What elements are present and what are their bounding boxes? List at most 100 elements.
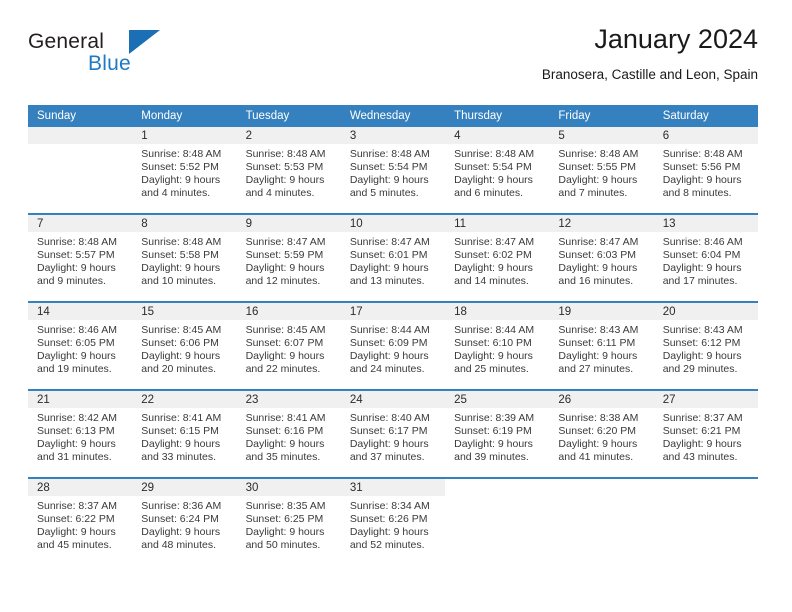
daylight-text-line2: and 24 minutes. [349, 362, 425, 375]
sunrise-text: Sunrise: 8:34 AM [349, 500, 430, 512]
day-number: 9 [236, 215, 341, 232]
daylight-text-line2: and 13 minutes. [349, 274, 425, 287]
day-number: 14 [28, 303, 133, 320]
daylight-text-line2: and 20 minutes. [141, 362, 216, 375]
day-cell[interactable]: 27 Sunrise: 8:37 AM Sunset: 6:21 PM Dayligh… [653, 391, 758, 477]
sunset-text: Sunset: 6:01 PM [349, 248, 428, 261]
day-cell[interactable]: 23 Sunrise: 8:41 AM Sunset: 6:16 PM Dayligh… [236, 391, 341, 477]
day-cell[interactable]: 18 Sunrise: 8:44 AM Sunset: 6:10 PM Dayligh… [445, 303, 550, 389]
daylight-text-line1: Daylight: 9 hours [245, 525, 325, 538]
weekday-header-friday: Friday [549, 105, 654, 127]
day-cell[interactable]: 30 Sunrise: 8:35 AM Sunset: 6:25 PM Dayligh… [236, 479, 341, 565]
daylight-text-line2: and 6 minutes. [454, 186, 524, 199]
day-details: Sunrise: 8:48 AM Sunset: 5:58 PM Daylight:… [132, 232, 236, 288]
calendar-cell: 18 Sunrise: 8:44 AM Sunset: 6:10 PM Dayligh… [445, 301, 550, 390]
sunrise-text: Sunrise: 8:35 AM [245, 500, 326, 512]
day-cell[interactable]: 10 Sunrise: 8:47 AM Sunset: 6:01 PM Dayligh… [340, 215, 446, 301]
daylight-text-line1: Daylight: 9 hours [349, 525, 429, 538]
daylight-text-line1: Daylight: 9 hours [662, 349, 742, 362]
sunset-text: Sunset: 6:09 PM [349, 336, 428, 349]
calendar-cell: 5 Sunrise: 8:48 AM Sunset: 5:55 PM Daylight… [549, 127, 654, 214]
sunrise-text: Sunrise: 8:37 AM [37, 500, 117, 512]
day-cell[interactable]: 6 Sunrise: 8:48 AM Sunset: 5:56 PM Daylight… [653, 127, 758, 213]
day-cell[interactable]: 17 Sunrise: 8:44 AM Sunset: 6:09 PM Dayligh… [340, 303, 446, 389]
day-details: Sunrise: 8:41 AM Sunset: 6:15 PM Daylight:… [132, 408, 236, 464]
day-cell[interactable]: 1 Sunrise: 8:48 AM Sunset: 5:52 PM Daylight… [132, 127, 237, 213]
calendar-cell: 1 Sunrise: 8:48 AM Sunset: 5:52 PM Daylight… [132, 127, 237, 214]
sunrise-text: Sunrise: 8:43 AM [662, 324, 743, 336]
sunrise-text: Sunrise: 8:41 AM [141, 412, 222, 424]
day-cell[interactable]: 4 Sunrise: 8:48 AM Sunset: 5:54 PM Daylight… [445, 127, 550, 213]
day-number: 12 [549, 215, 654, 232]
day-details: Sunrise: 8:44 AM Sunset: 6:10 PM Daylight:… [445, 320, 549, 376]
day-details: Sunrise: 8:35 AM Sunset: 6:25 PM Daylight:… [237, 496, 341, 552]
brand-flag-icon [129, 30, 160, 54]
calendar-week-row: 14 Sunrise: 8:46 AM Sunset: 6:05 PM Dayligh… [28, 301, 758, 390]
day-cell[interactable]: 26 Sunrise: 8:38 AM Sunset: 6:20 PM Dayligh… [549, 391, 654, 477]
day-cell[interactable]: 8 Sunrise: 8:48 AM Sunset: 5:58 PM Daylight… [132, 215, 237, 301]
calendar-cell [653, 477, 758, 565]
sunrise-text: Sunrise: 8:36 AM [141, 500, 222, 512]
day-cell[interactable]: 13 Sunrise: 8:46 AM Sunset: 6:04 PM Dayligh… [653, 215, 758, 301]
day-cell[interactable]: 22 Sunrise: 8:41 AM Sunset: 6:15 PM Dayligh… [132, 391, 237, 477]
sunrise-text: Sunrise: 8:48 AM [662, 148, 743, 160]
day-cell[interactable]: 11 Sunrise: 8:47 AM Sunset: 6:02 PM Dayligh… [445, 215, 550, 301]
daylight-text-line2: and 22 minutes. [245, 362, 321, 375]
calendar-cell: 17 Sunrise: 8:44 AM Sunset: 6:09 PM Dayligh… [340, 301, 446, 390]
day-cell[interactable]: 16 Sunrise: 8:45 AM Sunset: 6:07 PM Dayligh… [236, 303, 341, 389]
calendar-cell: 29 Sunrise: 8:36 AM Sunset: 6:24 PM Dayligh… [132, 477, 237, 565]
day-details: Sunrise: 8:45 AM Sunset: 6:07 PM Daylight:… [237, 320, 341, 376]
day-cell[interactable]: 25 Sunrise: 8:39 AM Sunset: 6:19 PM Dayligh… [445, 391, 550, 477]
day-cell[interactable]: 15 Sunrise: 8:45 AM Sunset: 6:06 PM Dayligh… [132, 303, 237, 389]
day-cell[interactable]: 20 Sunrise: 8:43 AM Sunset: 6:12 PM Dayligh… [653, 303, 758, 389]
day-number: 27 [653, 391, 758, 408]
day-number: 24 [340, 391, 446, 408]
daylight-text-line1: Daylight: 9 hours [37, 525, 116, 538]
day-cell[interactable]: 2 Sunrise: 8:48 AM Sunset: 5:53 PM Daylight… [236, 127, 341, 213]
calendar-cell: 11 Sunrise: 8:47 AM Sunset: 6:02 PM Dayligh… [445, 213, 550, 302]
day-details: Sunrise: 8:47 AM Sunset: 6:03 PM Daylight:… [549, 232, 653, 288]
brand-name-blue: Blue [88, 52, 131, 75]
daylight-text-line2: and 37 minutes. [349, 450, 425, 463]
sunrise-text: Sunrise: 8:39 AM [454, 412, 535, 424]
day-cell-empty [549, 479, 653, 565]
day-number: 31 [340, 479, 446, 496]
day-cell[interactable]: 7 Sunrise: 8:48 AM Sunset: 5:57 PM Daylight… [28, 215, 133, 301]
calendar-body: 1 Sunrise: 8:48 AM Sunset: 5:52 PM Daylight… [28, 127, 758, 565]
day-cell[interactable]: 28 Sunrise: 8:37 AM Sunset: 6:22 PM Dayligh… [28, 479, 133, 565]
day-number: 6 [653, 127, 758, 144]
sunset-text: Sunset: 5:54 PM [349, 160, 428, 173]
day-details: Sunrise: 8:48 AM Sunset: 5:54 PM Daylight:… [445, 144, 549, 200]
day-number: 19 [549, 303, 654, 320]
sunset-text: Sunset: 6:25 PM [245, 512, 324, 525]
weekday-header-monday: Monday [132, 105, 237, 127]
daylight-text-line2: and 16 minutes. [558, 274, 634, 287]
day-cell[interactable]: 14 Sunrise: 8:46 AM Sunset: 6:05 PM Dayligh… [28, 303, 133, 389]
day-cell[interactable]: 9 Sunrise: 8:47 AM Sunset: 5:59 PM Daylight… [236, 215, 341, 301]
calendar-cell: 22 Sunrise: 8:41 AM Sunset: 6:15 PM Dayligh… [132, 389, 237, 478]
weekday-header-sunday: Sunday [28, 105, 133, 127]
sunrise-text: Sunrise: 8:44 AM [454, 324, 535, 336]
daylight-text-line1: Daylight: 9 hours [37, 437, 116, 450]
day-cell[interactable]: 12 Sunrise: 8:47 AM Sunset: 6:03 PM Dayligh… [549, 215, 654, 301]
sunset-text: Sunset: 6:11 PM [558, 336, 636, 349]
calendar-cell: 16 Sunrise: 8:45 AM Sunset: 6:07 PM Dayligh… [236, 301, 341, 390]
sunset-text: Sunset: 6:26 PM [349, 512, 428, 525]
daylight-text-line2: and 19 minutes. [37, 362, 112, 375]
daylight-text-line2: and 29 minutes. [662, 362, 738, 375]
calendar-cell: 3 Sunrise: 8:48 AM Sunset: 5:54 PM Daylight… [340, 127, 446, 214]
day-cell[interactable]: 5 Sunrise: 8:48 AM Sunset: 5:55 PM Daylight… [549, 127, 654, 213]
day-cell[interactable]: 19 Sunrise: 8:43 AM Sunset: 6:11 PM Dayligh… [549, 303, 654, 389]
calendar-cell: 25 Sunrise: 8:39 AM Sunset: 6:19 PM Dayligh… [445, 389, 550, 478]
day-cell[interactable]: 3 Sunrise: 8:48 AM Sunset: 5:54 PM Daylight… [340, 127, 446, 213]
day-details: Sunrise: 8:39 AM Sunset: 6:19 PM Daylight:… [445, 408, 549, 464]
daylight-text-line2: and 7 minutes. [558, 186, 628, 199]
day-number: 26 [549, 391, 654, 408]
sunset-text: Sunset: 5:54 PM [454, 160, 532, 173]
calendar-cell: 30 Sunrise: 8:35 AM Sunset: 6:25 PM Dayligh… [236, 477, 341, 565]
day-cell[interactable]: 24 Sunrise: 8:40 AM Sunset: 6:17 PM Dayligh… [340, 391, 446, 477]
day-cell[interactable]: 31 Sunrise: 8:34 AM Sunset: 6:26 PM Dayligh… [340, 479, 446, 565]
day-cell[interactable]: 29 Sunrise: 8:36 AM Sunset: 6:24 PM Dayligh… [132, 479, 237, 565]
day-cell[interactable]: 21 Sunrise: 8:42 AM Sunset: 6:13 PM Dayligh… [28, 391, 133, 477]
sunset-text: Sunset: 6:06 PM [141, 336, 219, 349]
